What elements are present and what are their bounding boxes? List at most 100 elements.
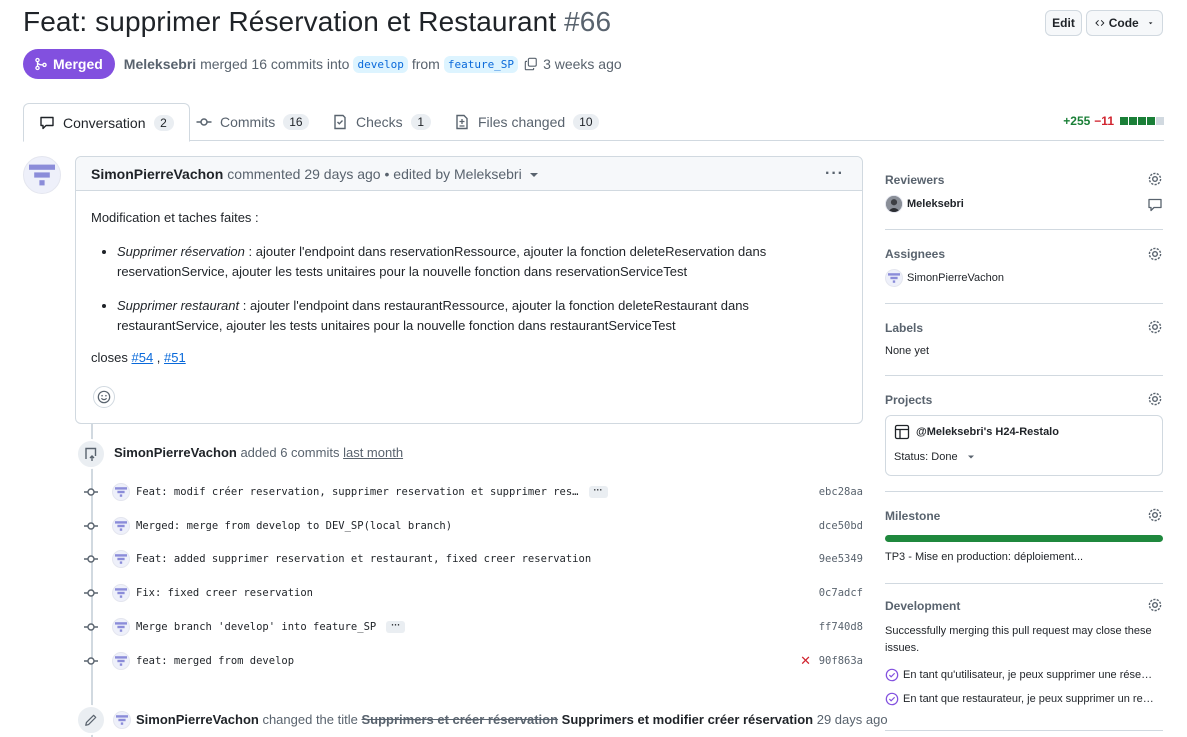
- commit-node-icon: [84, 519, 98, 533]
- reviewer-name[interactable]: Meleksebri: [907, 198, 964, 210]
- pr-number: #66: [564, 6, 612, 37]
- assignees-heading[interactable]: Assignees: [885, 247, 945, 261]
- diffstat: +255 −11: [1063, 114, 1164, 128]
- commit-message[interactable]: feat: merged from develop: [136, 655, 294, 667]
- list-item: Supprimer réservation : ajouter l'endpoi…: [117, 242, 847, 282]
- linked-issue[interactable]: En tant qu'utilisateur, je peux supprime…: [885, 668, 1163, 682]
- event-author[interactable]: SimonPierreVachon: [136, 712, 259, 727]
- avatar[interactable]: [112, 584, 130, 602]
- avatar[interactable]: [112, 483, 130, 501]
- linked-issue-title: En tant qu'utilisateur, je peux supprime…: [903, 669, 1153, 681]
- gear-icon[interactable]: [1147, 507, 1163, 523]
- gear-icon[interactable]: [1147, 391, 1163, 407]
- diffstat-deletions: −11: [1094, 114, 1114, 128]
- commit-sha[interactable]: ff740d8: [819, 621, 863, 633]
- comment-box: SimonPierreVachon commented 29 days ago …: [75, 156, 863, 424]
- base-branch[interactable]: develop: [353, 55, 408, 73]
- code-button[interactable]: Code: [1086, 10, 1163, 36]
- linked-issue[interactable]: En tant que restaurateur, je peux suppri…: [885, 692, 1163, 706]
- gear-icon[interactable]: [1147, 246, 1163, 262]
- tab-conversation[interactable]: Conversation 2: [23, 103, 190, 142]
- tab-checks[interactable]: Checks 1: [332, 103, 431, 141]
- comment-icon[interactable]: [1147, 197, 1163, 213]
- table-icon: [894, 424, 910, 440]
- comment-icon: [40, 116, 54, 129]
- avatar[interactable]: [112, 517, 130, 535]
- commit-sha[interactable]: 0c7adcf: [819, 587, 863, 599]
- issue-link-51[interactable]: #51: [164, 350, 186, 365]
- tab-files-changed[interactable]: Files changed 10: [454, 103, 599, 141]
- commit-message[interactable]: Feat: added supprimer reservation et res…: [136, 553, 591, 565]
- gear-icon[interactable]: [1147, 597, 1163, 613]
- commit-node-icon: [84, 620, 98, 634]
- avatar[interactable]: [885, 269, 903, 287]
- tab-checks-count: 1: [410, 114, 431, 130]
- edit-button[interactable]: Edit: [1045, 10, 1082, 36]
- add-reaction-button[interactable]: [93, 386, 115, 408]
- comment-body: Modification et taches faites : Supprime…: [76, 191, 862, 368]
- commit-sha[interactable]: dce50bd: [819, 520, 863, 532]
- milestone-name[interactable]: TP3 - Mise en production: déploiement...: [885, 551, 1083, 563]
- tab-conversation-label: Conversation: [63, 114, 146, 131]
- commit-row: Fix: fixed creer reservation 0c7adcf: [84, 583, 863, 603]
- identicon-icon: [115, 521, 127, 531]
- comment-intro: Modification et taches faites :: [91, 210, 259, 225]
- event-time[interactable]: last month: [343, 445, 403, 460]
- project-status-select[interactable]: Status: Done: [894, 451, 976, 463]
- kebab-horizontal-icon[interactable]: ···: [825, 165, 844, 183]
- milestone-heading[interactable]: Milestone: [885, 509, 940, 523]
- development-heading[interactable]: Development: [885, 599, 960, 613]
- project-card[interactable]: @Meleksebri's H24-Restalo Status: Done: [885, 415, 1163, 476]
- labels-value: None yet: [885, 345, 930, 357]
- commit-sha[interactable]: 9ee5349: [819, 553, 863, 565]
- expand-commit-button[interactable]: ···: [588, 486, 608, 498]
- assignee-name[interactable]: SimonPierreVachon: [907, 272, 1004, 284]
- avatar[interactable]: [885, 195, 903, 213]
- avatar[interactable]: [23, 156, 61, 194]
- commit-sha[interactable]: 90f863a: [819, 655, 863, 667]
- comment-author[interactable]: SimonPierreVachon: [91, 166, 223, 182]
- gear-icon[interactable]: [1147, 319, 1163, 335]
- expand-commit-button[interactable]: ···: [386, 621, 406, 633]
- commit-message[interactable]: Merge branch 'develop' into feature_SP: [136, 621, 376, 633]
- commit-message[interactable]: Feat: modif créer reservation, supprimer…: [136, 486, 579, 498]
- commit-message[interactable]: Merged: merge from develop to DEV_SP(loc…: [136, 520, 452, 532]
- project-name[interactable]: @Meleksebri's H24-Restalo: [916, 426, 1059, 438]
- gear-icon[interactable]: [1147, 171, 1163, 187]
- event-author[interactable]: SimonPierreVachon: [114, 445, 237, 460]
- checklist-icon: [334, 114, 346, 130]
- comment-edited[interactable]: • edited by Meleksebri: [385, 166, 522, 182]
- event-time[interactable]: 29 days ago: [817, 712, 888, 727]
- merged-badge: Merged: [23, 49, 115, 79]
- merge-author[interactable]: Meleksebri: [124, 56, 196, 72]
- projects-heading[interactable]: Projects: [885, 393, 932, 407]
- identicon-icon: [115, 588, 127, 598]
- pr-title-text: Feat: supprimer Réservation et Restauran…: [23, 6, 557, 37]
- avatar[interactable]: [112, 618, 130, 636]
- event-action: changed the title: [262, 712, 358, 727]
- labels-heading[interactable]: Labels: [885, 321, 923, 335]
- tab-commits[interactable]: Commits 16: [196, 103, 309, 141]
- merge-time: 3 weeks ago: [543, 56, 622, 72]
- commit-sha[interactable]: ebc28aa: [819, 486, 863, 498]
- avatar[interactable]: [113, 711, 131, 729]
- caret-down-icon[interactable]: [529, 172, 538, 177]
- commit-row: Feat: modif créer reservation, supprimer…: [84, 482, 863, 502]
- commit-node-icon: [84, 485, 98, 499]
- pencil-icon: [85, 714, 97, 726]
- comment-action[interactable]: commented 29 days ago: [227, 166, 380, 182]
- head-branch[interactable]: feature_SP: [443, 55, 519, 73]
- linked-issue-title: En tant que restaurateur, je peux suppri…: [903, 693, 1154, 705]
- avatar[interactable]: [112, 652, 130, 670]
- identicon-icon: [115, 622, 127, 632]
- closes-label: closes: [91, 350, 128, 365]
- x-failure-icon[interactable]: ✕: [800, 653, 811, 669]
- issue-link-54[interactable]: #54: [131, 350, 153, 365]
- issue-closed-icon: [885, 668, 899, 682]
- sidebar-development: Development Successfully merging this pu…: [885, 593, 1163, 713]
- avatar[interactable]: [112, 550, 130, 568]
- reviewers-heading[interactable]: Reviewers: [885, 173, 944, 187]
- copy-icon[interactable]: [524, 57, 538, 71]
- commit-message[interactable]: Fix: fixed creer reservation: [136, 587, 313, 599]
- commit-node-icon: [84, 654, 98, 668]
